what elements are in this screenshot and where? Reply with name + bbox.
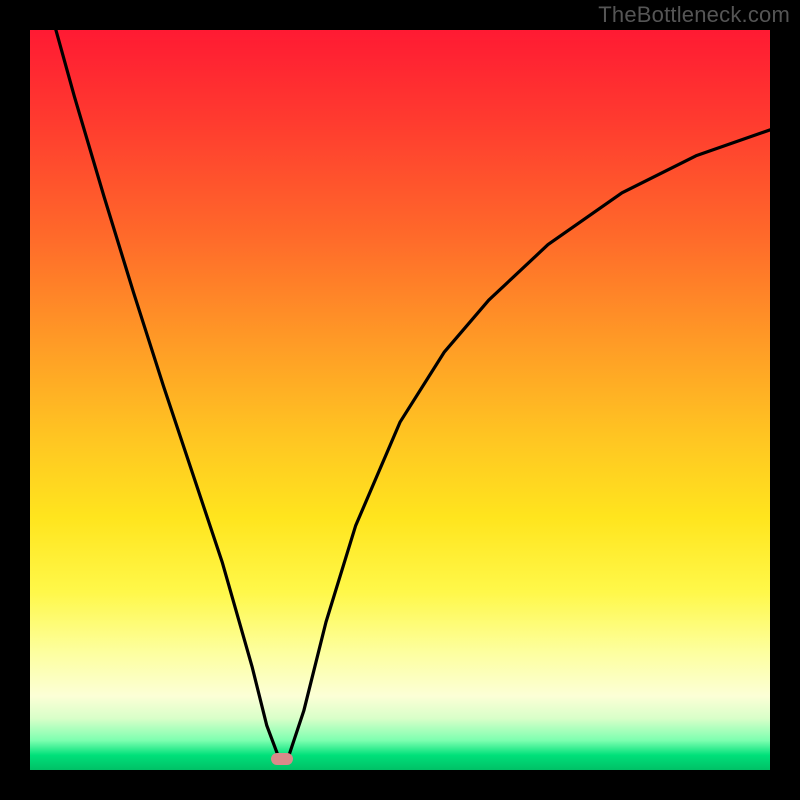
plot-area (30, 30, 770, 770)
curve-layer (30, 30, 770, 770)
chart-frame: TheBottleneck.com (0, 0, 800, 800)
watermark-text: TheBottleneck.com (598, 2, 790, 28)
curve-path (56, 30, 770, 755)
vertex-marker (271, 753, 293, 765)
